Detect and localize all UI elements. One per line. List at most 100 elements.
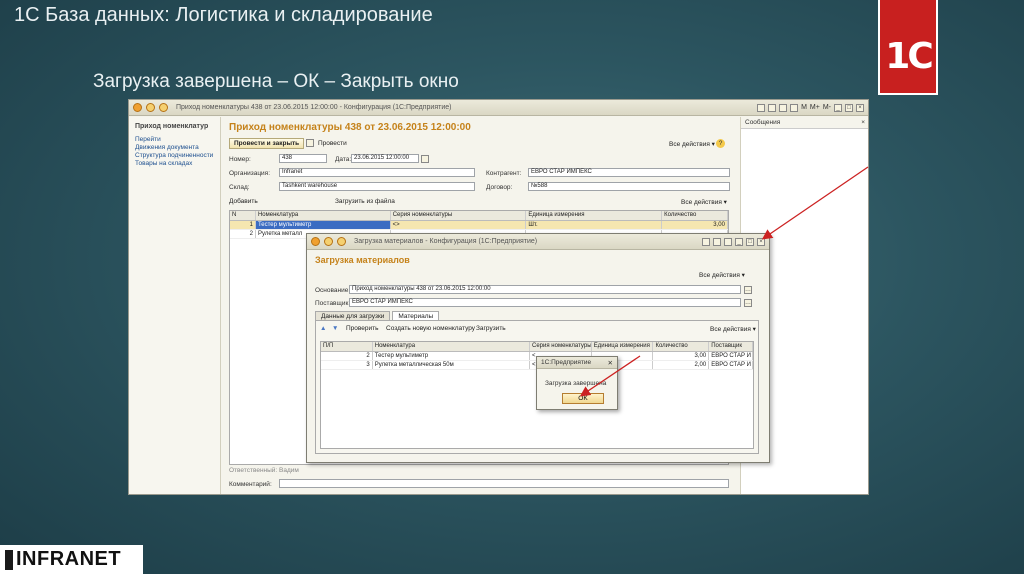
navigation-panel: Приход номенклатур Перейти Движения доку… [129,117,221,494]
cell-qty[interactable]: 2,00 [653,361,710,369]
1c-logo-text: 1C [885,36,934,77]
memory-mminus-button[interactable]: M- [823,104,831,111]
tab-all-actions-menu[interactable]: Все действия ▾ [710,325,756,333]
cell-qty[interactable]: 3,00 [653,352,710,360]
col-header-item[interactable]: Номенклатура [256,211,391,220]
app-menu-icon[interactable] [133,103,142,112]
col-header-item[interactable]: Номенклатура [373,342,531,351]
help-icon[interactable] [724,237,732,246]
print-icon[interactable] [779,103,788,112]
tab-materials[interactable]: Материалы [392,311,440,320]
completion-message-box: 1С:Предприятие ✕ Загрузка завершена OK [536,356,618,410]
cell-series[interactable]: <> [391,221,527,229]
forward-icon[interactable] [337,237,346,246]
messages-close-icon[interactable]: × [861,119,865,126]
main-titlebar: Приход номенклатуры 438 от 23.06.2015 12… [129,100,868,116]
col-header-pp[interactable]: П/П [321,342,373,351]
dialog-menu-icon[interactable] [311,237,320,246]
load-button[interactable]: Загрузить [476,325,506,332]
table-all-actions-menu[interactable]: Все действия ▾ [681,198,727,206]
move-down-icon[interactable]: ▼ [332,325,338,332]
select-icon[interactable]: … [744,299,752,307]
number-field[interactable]: 438 [279,154,327,163]
table-row[interactable]: 1 Тестер мультиметр <> Шт. 3,00 [230,221,728,230]
ok-button[interactable]: OK [562,393,604,404]
supplier-label: Поставщик: [315,300,351,307]
forward-icon[interactable] [159,103,168,112]
materials-table-header: П/П Номенклатура Серия номенклатуры Един… [321,342,753,352]
col-header-unit[interactable]: Единица измерения [526,211,663,220]
maximize-icon[interactable]: □ [746,237,754,246]
close-icon[interactable]: × [757,237,765,246]
post-button[interactable]: Провести [318,140,347,147]
col-header-unit[interactable]: Единица измерения [592,342,654,351]
responsible-value[interactable]: Вадим [279,467,299,474]
calendar-icon[interactable] [421,155,429,163]
close-icon[interactable]: × [856,103,864,112]
nav-link-structure[interactable]: Структура подчиненности [135,152,214,160]
date-field[interactable]: 23.06.2015 12:00:00 [351,154,419,163]
cell-qty[interactable]: 3,00 [662,221,728,229]
check-button[interactable]: Проверить [346,325,379,332]
cell-item[interactable]: Рулетка металлическая 50м [373,361,531,369]
nav-header: Приход номенклатур [135,123,209,130]
document-icon[interactable] [757,103,766,112]
organization-label: Организация: [229,170,271,177]
create-item-button[interactable]: Создать новую номенклатуру [386,325,475,332]
post-and-close-button[interactable]: Провести и закрыть [229,138,305,149]
col-header-qty[interactable]: Количество [662,211,728,220]
responsible-label: Ответственный: [229,467,278,474]
load-from-file-button[interactable]: Загрузить из файла [335,198,395,205]
col-header-qty[interactable]: Количество [653,342,710,351]
maximize-icon[interactable]: □ [845,103,853,112]
infranet-logo-text: INFRANET [16,548,122,570]
memory-m-button[interactable]: M [801,104,807,111]
tab-load-data[interactable]: Данные для загрузки [315,311,391,320]
message-close-icon[interactable]: ✕ [608,359,613,367]
nav-link-movements[interactable]: Движения документа [135,144,214,152]
memory-mplus-button[interactable]: M+ [810,104,820,111]
calc-icon[interactable] [790,103,799,112]
contract-label: Договор: [486,184,513,191]
select-icon[interactable]: … [744,286,752,294]
contract-field[interactable]: №588 [528,182,730,191]
dialog-titlebar: Загрузка материалов - Конфигурация (1С:П… [307,234,769,250]
cell-n: 1 [230,221,256,229]
comment-field[interactable] [279,479,729,488]
cell-unit[interactable]: Шт. [526,221,663,229]
col-header-series[interactable]: Серия номенклатуры [530,342,592,351]
move-up-icon[interactable]: ▲ [320,325,326,332]
warehouse-field[interactable]: Tashkent warehouse [279,182,475,191]
supplier-field[interactable]: ЕВРО СТАР ИМПЕКС [349,298,741,307]
calc-icon[interactable] [713,237,721,246]
cell-supplier[interactable]: ЕВРО СТАР И [709,352,753,360]
col-header-supplier[interactable]: Поставщик [709,342,753,351]
organization-field[interactable]: Infranet [279,168,475,177]
print-icon[interactable] [702,237,710,246]
save-icon[interactable] [306,139,314,147]
back-icon[interactable] [146,103,155,112]
basis-field[interactable]: Приход номенклатуры 438 от 23.06.2015 12… [349,285,741,294]
slide-title: 1С База данных: Логистика и складировани… [14,4,433,26]
back-icon[interactable] [324,237,333,246]
save-icon[interactable] [768,103,777,112]
number-label: Номер: [229,156,251,163]
all-actions-menu[interactable]: Все действия ▾ [669,140,715,148]
add-row-button[interactable]: Добавить [229,198,258,205]
warehouse-label: Склад: [229,184,250,191]
counterparty-field[interactable]: ЕВРО СТАР ИМПЕКС [528,168,730,177]
minimize-icon[interactable]: _ [735,237,743,246]
dialog-all-actions-menu[interactable]: Все действия ▾ [699,271,745,279]
col-header-n[interactable]: N [230,211,256,220]
help-icon[interactable]: ? [716,139,725,148]
message-titlebar: 1С:Предприятие ✕ [537,357,617,369]
cell-item[interactable]: Тестер мультиметр [255,221,391,229]
col-header-series[interactable]: Серия номенклатуры [391,211,527,220]
cell-item[interactable]: Тестер мультиметр [373,352,531,360]
cell-supplier[interactable]: ЕВРО СТАР И [709,361,753,369]
nav-link-goto[interactable]: Перейти [135,136,214,144]
counterparty-label: Контрагент: [486,170,522,177]
nav-link-stock[interactable]: Товары на складах [135,160,214,168]
minimize-icon[interactable]: _ [834,103,842,112]
message-text: Загрузка завершена [545,380,607,387]
